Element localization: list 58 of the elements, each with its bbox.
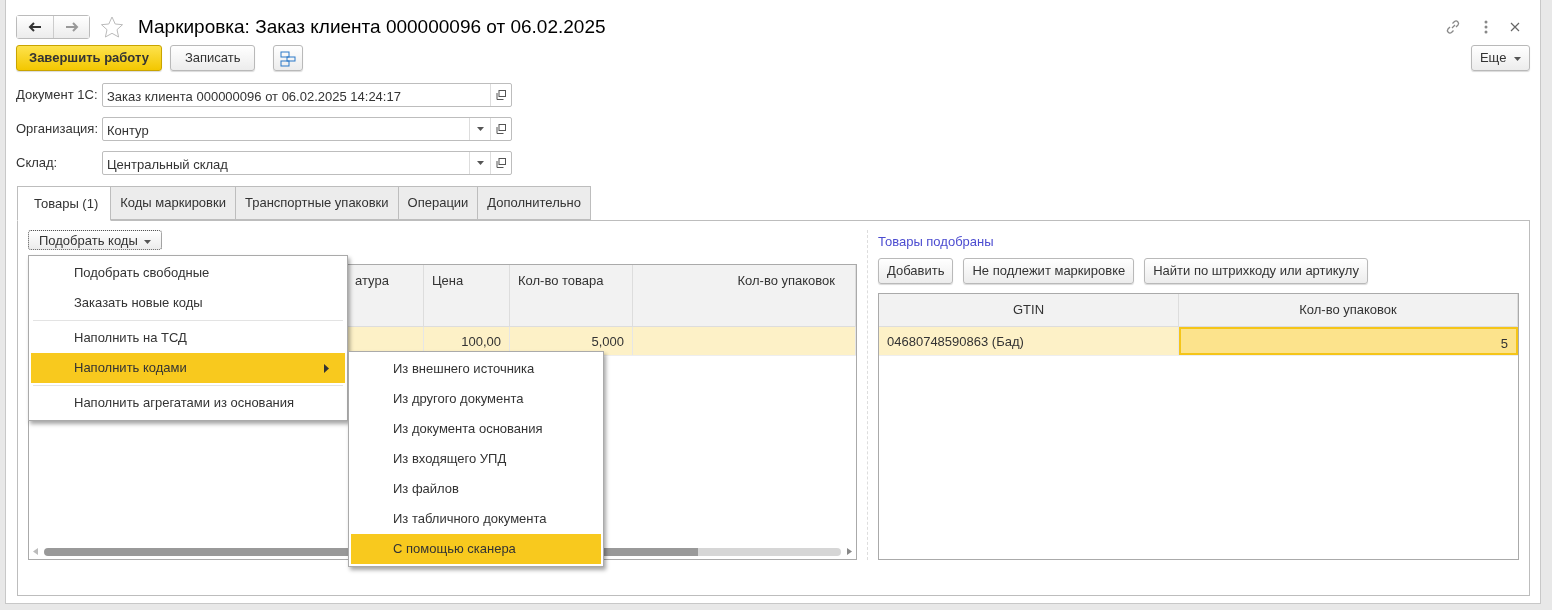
menu-item[interactable]: Подобрать свободные xyxy=(31,258,345,288)
save-button[interactable]: Записать xyxy=(169,45,256,71)
column-header: Цена xyxy=(424,265,510,326)
structure-icon xyxy=(280,50,297,67)
pick-codes-button[interactable]: Подобрать коды xyxy=(28,230,162,250)
menu-item[interactable]: Из файлов xyxy=(351,474,601,504)
menu-item[interactable]: Наполнить агрегатами из основания xyxy=(31,388,345,418)
link-icon[interactable] xyxy=(1444,18,1462,36)
column-header: Кол-во упаковок xyxy=(633,265,856,326)
close-icon[interactable] xyxy=(1510,22,1520,32)
window-title: Маркировка: Заказ клиента 000000096 от 06.02.2025 xyxy=(138,14,606,39)
caret-icon xyxy=(143,239,151,244)
back-arrow-icon xyxy=(28,22,42,32)
menu-item[interactable]: С помощью сканера xyxy=(351,534,601,564)
dropdown-icon[interactable] xyxy=(476,127,484,131)
input-field[interactable]: Заказ клиента 000000096 от 06.02.2025 14:24:17 xyxy=(102,83,512,107)
column-header: GTIN xyxy=(879,294,1179,326)
open-window-icon[interactable] xyxy=(496,124,506,134)
forward-arrow-icon xyxy=(64,22,79,32)
toolbar-button[interactable]: Не подлежит маркировке xyxy=(963,258,1135,284)
menu-item[interactable]: Из другого документа xyxy=(351,384,601,414)
section-link[interactable]: Товары подобраны xyxy=(878,232,994,252)
menu-item[interactable]: Из внешнего источника xyxy=(351,354,601,384)
toolbar-button[interactable]: Добавить xyxy=(878,258,954,284)
input-field[interactable]: Контур xyxy=(102,117,512,141)
field-label: Склад: xyxy=(16,154,59,173)
toolbar-button[interactable]: Найти по штрихкоду или артикулу xyxy=(1144,258,1368,284)
scroll-right-icon[interactable] xyxy=(847,548,852,555)
more-button[interactable]: Еще xyxy=(1470,45,1530,71)
menu-item[interactable]: Из табличного документа xyxy=(351,504,601,534)
table-cell: 04680748590863 (Бад) xyxy=(879,326,1179,355)
caret-icon xyxy=(1514,56,1521,61)
menu-item[interactable]: Наполнить кодами xyxy=(31,353,345,383)
submenu-arrow-icon xyxy=(324,363,329,373)
star-icon[interactable] xyxy=(100,15,124,39)
tab[interactable]: Операции xyxy=(398,186,479,220)
menu-item[interactable]: Наполнить на ТСД xyxy=(31,323,345,353)
input-field[interactable]: Центральный склад xyxy=(102,151,512,175)
menu-item[interactable]: Из входящего УПД xyxy=(351,444,601,474)
table-cell: 5 xyxy=(1179,326,1518,355)
back-button[interactable] xyxy=(17,16,53,38)
tab[interactable]: Товары (1) xyxy=(17,186,112,221)
finish-button[interactable]: Завершить работу xyxy=(16,45,162,71)
navigation-button-group[interactable] xyxy=(16,15,90,39)
menu-item[interactable]: Заказать новые коды xyxy=(31,288,345,318)
open-window-icon[interactable] xyxy=(496,90,506,100)
open-window-icon[interactable] xyxy=(496,158,506,168)
menu-item[interactable]: Из документа основания xyxy=(351,414,601,444)
field-label: Документ 1С: xyxy=(16,86,99,105)
dropdown-icon[interactable] xyxy=(476,161,484,165)
tab[interactable]: Транспортные упаковки xyxy=(235,186,399,220)
structure-button[interactable] xyxy=(273,45,304,71)
column-header: Кол-во товара xyxy=(510,265,633,326)
tab[interactable]: Коды маркировки xyxy=(111,186,236,220)
field-label: Организация: xyxy=(16,120,100,139)
column-header: Кол-во упаковок xyxy=(1179,294,1518,326)
more-menu-icon[interactable] xyxy=(1484,20,1488,34)
tab[interactable]: Дополнительно xyxy=(478,186,591,220)
